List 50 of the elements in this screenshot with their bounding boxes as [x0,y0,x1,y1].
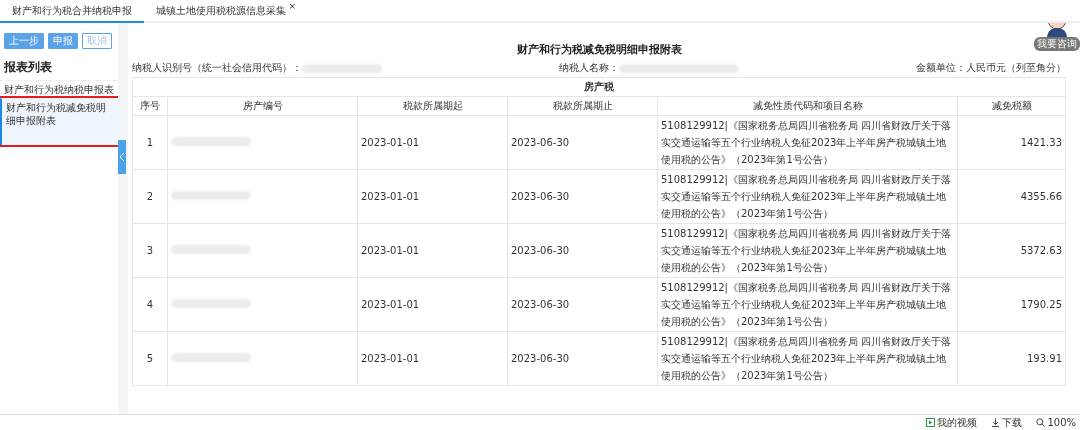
column-header: 税款所属期止 [507,96,658,116]
table-cell: 4355.66 [957,169,1066,224]
table-cell: 5372.63 [957,223,1066,278]
column-header: 序号 [132,96,168,116]
consult-label[interactable]: 我要咨询 [1034,37,1080,51]
table-cell: 5108129912|《国家税务总局四川省税务局 四川省财政厅关于落实交通运输等五个行业纳税人免征2023年上半年房产税城镇土地使用税的公告》（2023年第1号公告） [657,169,958,224]
table-cell: 193.91 [957,331,1066,386]
status-label[interactable]: 下载 [1002,415,1023,430]
download-icon[interactable] [991,418,1001,427]
table-cell: 2023-06-30 [507,277,658,332]
tab-label[interactable]: 城镇土地使用税税源信息采集 [156,3,286,18]
table-cell: 2023-06-30 [507,169,658,224]
table-cell: 2023-01-01 [357,169,508,224]
sidebar-title: 报表列表 [3,59,53,76]
table-cell: 2023-01-01 [357,277,508,332]
column-header: 房产编号 [167,96,358,116]
table-cell: 5108129912|《国家税务总局四川省税务局 四川省财政厅关于落实交通运输等五个行业纳税人免征2023年上半年房产税城镇土地使用税的公告》（2023年第1号公告） [657,331,958,386]
column-header: 减免性质代码和项目名称 [657,96,958,116]
collapse-handle[interactable] [118,140,126,174]
table-cell: 2023-06-30 [507,331,658,386]
table-cell: 2023-06-30 [507,223,658,278]
column-header: 税款所属期起 [357,96,508,116]
sidebar-item[interactable]: 财产和行为税减免税明细申报附表 [0,98,118,145]
table-cell: 5108129912|《国家税务总局四川省税务局 四川省财政厅关于落实交通运输等五个行业纳税人免征2023年上半年房产税城镇土地使用税的公告》（2023年第1号公告） [657,277,958,332]
table-cell: 1790.25 [957,277,1066,332]
table-cell: 1421.33 [957,115,1066,170]
table-cell: 5108129912|《国家税务总局四川省税务局 四川省财政厅关于落实交通运输等五个行业纳税人免征2023年上半年房产税城镇土地使用税的公告》（2023年第1号公告） [657,223,958,278]
play-icon[interactable] [926,418,936,427]
tab[interactable]: 城镇土地使用税税源信息采集 × [144,0,298,21]
table-cell: 2023-06-30 [507,115,658,170]
table-cell: 2023-01-01 [357,115,508,170]
table-cell: 2 [132,169,168,224]
table-cell: 2023-01-01 [357,331,508,386]
table-cell: 2023-01-01 [357,223,508,278]
taxpayer-id-label: 纳税人识别号（统一社会信用代码）： [132,61,302,75]
report-title: 财产和行为税减免税明细申报附表 [516,42,682,58]
status-label[interactable]: 我的视频 [937,415,978,430]
close-icon[interactable]: × [288,1,296,11]
table-cell: 4 [132,277,168,332]
tab-label[interactable]: 财产和行为税合并纳税申报 [12,3,132,18]
table-cell: 5108129912|《国家税务总局四川省税务局 四川省财政厅关于落实交通运输等五个行业纳税人免征2023年上半年房产税城镇土地使用税的公告》（2023年第1号公告） [657,115,958,170]
amount-unit: 金额单位：人民币元（列至角分） [916,61,1066,75]
search-icon[interactable] [1036,418,1046,427]
column-header: 减免税额 [957,96,1066,116]
table-cell: 1 [132,115,168,170]
taxpayer-name-label: 纳税人名称： [559,61,619,75]
section-header: 房产税 [132,77,1066,97]
status-label[interactable]: 100% [1047,417,1076,428]
table-cell: 5 [132,331,168,386]
table-cell: 3 [132,223,168,278]
